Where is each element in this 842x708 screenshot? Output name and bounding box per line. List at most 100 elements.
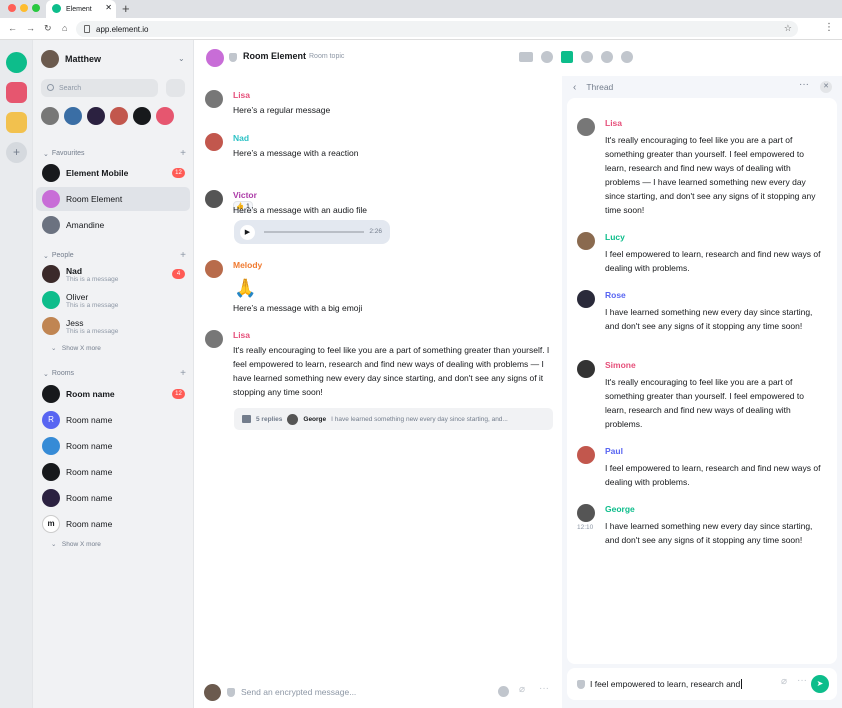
- room-item[interactable]: Room name: [36, 434, 190, 458]
- add-space-icon[interactable]: +: [6, 142, 27, 163]
- attachment-icon[interactable]: ⌀: [519, 684, 525, 695]
- recent-room-avatar[interactable]: [133, 107, 151, 125]
- avatar: [42, 265, 60, 283]
- sender-name[interactable]: George: [605, 504, 635, 514]
- sender-name[interactable]: Melody: [233, 260, 262, 270]
- space-avatar[interactable]: [6, 112, 27, 133]
- bookmark-star-icon[interactable]: ☆: [784, 23, 792, 34]
- sender-name[interactable]: Paul: [605, 446, 623, 456]
- room-topic[interactable]: Room topic: [309, 53, 344, 60]
- recent-room-avatar[interactable]: [41, 107, 59, 125]
- more-options-icon[interactable]: ···: [797, 675, 807, 686]
- rooms-section-header[interactable]: ⌄ Rooms +: [43, 368, 186, 379]
- recent-room-avatar[interactable]: [110, 107, 128, 125]
- message-timestamp: 12:10: [577, 524, 594, 531]
- room-item[interactable]: Amandine: [36, 213, 190, 237]
- space-avatar[interactable]: [6, 82, 27, 103]
- message-composer: Send an encrypted message... ⌀ ···: [194, 676, 562, 708]
- room-item[interactable]: Element Mobile 12: [36, 161, 190, 185]
- search-icon[interactable]: [581, 51, 593, 63]
- thread-summary[interactable]: 5 replies George I have learned somethin…: [234, 408, 553, 430]
- show-more-rooms[interactable]: ⌄ Show X more: [51, 540, 101, 548]
- sender-name[interactable]: Simone: [605, 360, 636, 370]
- user-name: Matthew: [65, 54, 101, 64]
- dm-item[interactable]: Nad This is a message 4: [36, 262, 190, 286]
- search-input[interactable]: Search: [41, 79, 158, 97]
- attachment-icon[interactable]: ⌀: [781, 676, 787, 687]
- thread-composer-input[interactable]: I feel empowered to learn, research and: [590, 679, 740, 689]
- close-icon[interactable]: ✕: [820, 81, 832, 93]
- user-menu[interactable]: Matthew: [41, 50, 101, 68]
- back-icon[interactable]: ‹: [573, 82, 576, 93]
- sender-name[interactable]: Lisa: [605, 118, 622, 128]
- emoji-icon[interactable]: [498, 686, 509, 697]
- composer-input[interactable]: Send an encrypted message...: [241, 687, 356, 697]
- sender-name[interactable]: Victor: [233, 190, 257, 200]
- close-window-dot[interactable]: [8, 4, 16, 12]
- section-label: Rooms: [51, 370, 75, 377]
- add-icon[interactable]: +: [180, 368, 186, 379]
- recent-room-avatar[interactable]: [156, 107, 174, 125]
- recent-room-avatar[interactable]: [64, 107, 82, 125]
- dm-name: Nad: [66, 265, 83, 276]
- more-options-icon[interactable]: ···: [539, 683, 549, 694]
- forward-icon[interactable]: →: [26, 23, 35, 33]
- home-icon[interactable]: ⌂: [62, 23, 67, 33]
- browser-menu-icon[interactable]: ⋮: [824, 22, 834, 33]
- dm-item[interactable]: Oliver This is a message: [36, 288, 190, 312]
- room-title[interactable]: Room Element: [243, 51, 306, 61]
- avatar: [205, 90, 223, 108]
- home-space-icon[interactable]: [6, 52, 27, 73]
- room-item[interactable]: R Room name: [36, 408, 190, 432]
- sender-name[interactable]: Lucy: [605, 232, 625, 242]
- dm-name: Jess: [66, 317, 84, 328]
- thread-last-preview: I have learned something new every day s…: [331, 415, 508, 423]
- people-section-header[interactable]: ⌄ People +: [43, 250, 186, 261]
- unread-badge: 12: [172, 389, 185, 399]
- video-call-icon[interactable]: [519, 52, 533, 62]
- send-button[interactable]: ➤: [811, 675, 829, 693]
- more-options-icon[interactable]: ···: [799, 79, 809, 90]
- thread-messages: Lisa It's really encouraging to feel lik…: [567, 98, 837, 664]
- close-tab-icon[interactable]: ✕: [105, 3, 112, 12]
- recent-room-avatar[interactable]: [87, 107, 105, 125]
- address-bar: ← → ↻ ⌂ app.element.io ☆ ⋮: [0, 18, 842, 40]
- room-item[interactable]: Room name: [36, 486, 190, 510]
- bell-icon[interactable]: [601, 51, 613, 63]
- sender-name[interactable]: Nad: [233, 133, 249, 143]
- browser-tab[interactable]: Element ✕: [46, 0, 116, 18]
- maximize-window-dot[interactable]: [32, 4, 40, 12]
- reload-icon[interactable]: ↻: [44, 23, 52, 34]
- minimize-window-dot[interactable]: [20, 4, 28, 12]
- room-item-selected[interactable]: Room Element: [36, 187, 190, 211]
- voice-call-icon[interactable]: [541, 51, 553, 63]
- room-avatar[interactable]: [206, 49, 224, 67]
- back-icon[interactable]: ←: [8, 23, 17, 33]
- sender-name[interactable]: Lisa: [233, 330, 250, 340]
- room-item[interactable]: m Room name: [36, 512, 190, 536]
- thread-reply-count: 5 replies: [256, 415, 283, 423]
- avatar: [287, 413, 299, 425]
- room-item[interactable]: Room name: [36, 460, 190, 484]
- chevron-down-icon[interactable]: ⌄: [178, 54, 185, 63]
- sender-name[interactable]: Lisa: [233, 90, 250, 100]
- favourites-section-header[interactable]: ⌄ Favourites +: [43, 148, 186, 159]
- play-icon[interactable]: ▶: [240, 225, 255, 240]
- info-icon[interactable]: [621, 51, 633, 63]
- room-item[interactable]: Room name 12: [36, 382, 190, 406]
- dm-preview: This is a message: [66, 327, 119, 335]
- sender-name[interactable]: Rose: [605, 290, 626, 300]
- room-name: Amandine: [66, 220, 105, 230]
- room-name: Room name: [66, 467, 113, 477]
- add-icon[interactable]: +: [180, 148, 186, 159]
- new-tab-icon[interactable]: +: [122, 1, 130, 16]
- explore-rooms-button[interactable]: [166, 79, 185, 97]
- threads-icon[interactable]: [561, 51, 573, 63]
- show-more-people[interactable]: ⌄ Show X more: [51, 344, 101, 352]
- url-field[interactable]: app.element.io: [76, 21, 798, 37]
- message-body: It's really encouraging to feel like you…: [233, 345, 550, 397]
- dm-item[interactable]: Jess This is a message: [36, 314, 190, 338]
- avatar: R: [42, 411, 60, 429]
- add-icon[interactable]: +: [180, 250, 186, 261]
- audio-seek-bar[interactable]: [264, 231, 364, 233]
